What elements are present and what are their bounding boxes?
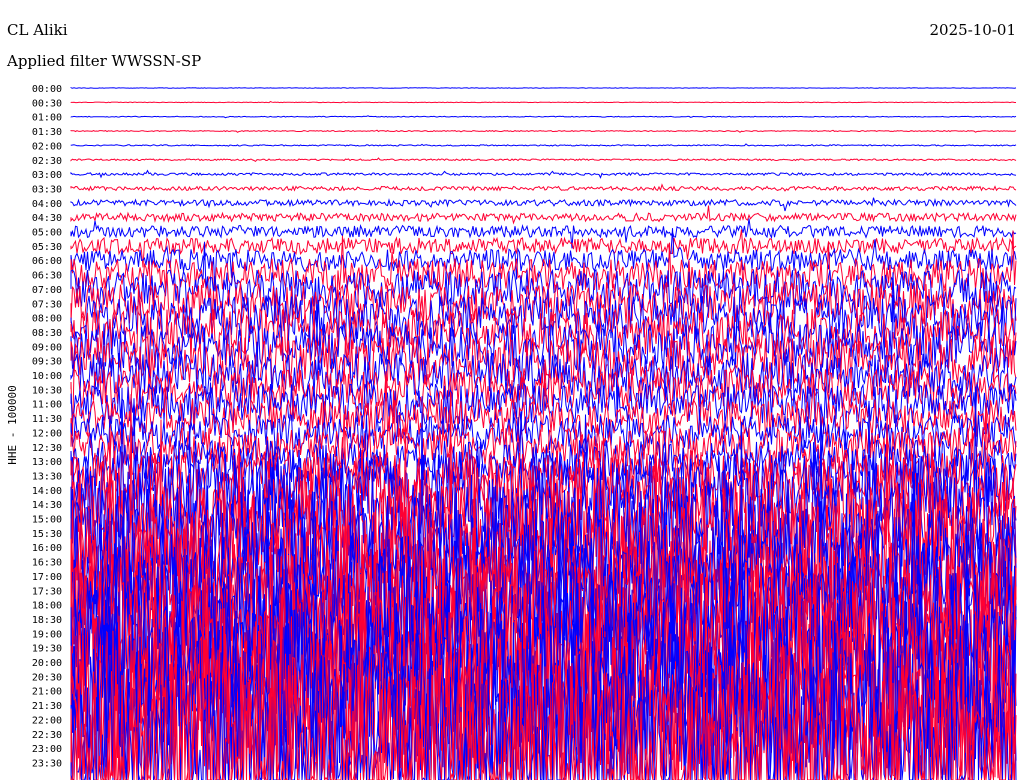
row-label: 13:00 [32,457,62,468]
row-label: 19:30 [32,644,62,655]
row-label: 11:00 [32,400,62,411]
row-label: 15:00 [32,515,62,526]
row-label: 12:00 [32,428,62,439]
trace-0300 [70,169,1017,179]
row-label: 21:30 [32,701,62,712]
trace-0230 [70,157,1017,163]
row-label: 18:00 [32,601,62,612]
row-label: 03:30 [32,184,62,195]
row-label: 11:30 [32,414,62,425]
row-label: 06:30 [32,271,62,282]
row-label: 14:00 [32,486,62,497]
row-label: 16:30 [32,558,62,569]
row-label: 15:30 [32,529,62,540]
trace-0100 [70,115,1017,119]
row-label: 22:00 [32,715,62,726]
row-label: 17:00 [32,572,62,583]
row-label: 23:30 [32,758,62,769]
row-label: 10:00 [32,371,62,382]
trace-0400 [70,197,1017,212]
trace-0130 [70,129,1017,133]
trace-0000 [70,87,1017,89]
row-label: 03:00 [32,170,62,181]
row-label: 13:30 [32,471,62,482]
row-label: 19:00 [32,629,62,640]
row-label: 05:00 [32,228,62,239]
row-label: 06:00 [32,256,62,267]
row-label: 02:30 [32,156,62,167]
row-label: 01:00 [32,113,62,124]
trace-0030 [70,101,1016,104]
row-label: 01:30 [32,127,62,138]
row-label: 04:30 [32,213,62,224]
seismogram-plot: 00:00 00:30 01:00 01:30 02:00 02:30 03:00 03:30… [6,84,1017,780]
trace-0330 [70,183,1017,192]
trace-0200 [70,143,1017,147]
trace-0430 [70,205,1017,225]
row-label: 09:00 [32,342,62,353]
row-label: 05:30 [32,242,62,253]
row-label-layer: 00:00 00:30 01:00 01:30 02:00 02:30 03:00 03:30… [32,84,62,769]
row-label: 00:30 [32,98,62,109]
row-label: 22:30 [32,730,62,741]
row-label: 02:00 [32,141,62,152]
row-label: 00:00 [32,84,62,95]
row-label: 21:00 [32,687,62,698]
row-label: 12:30 [32,443,62,454]
trace-layer [70,87,1017,780]
row-label: 04:00 [32,199,62,210]
row-label: 09:30 [32,357,62,368]
row-label: 07:30 [32,299,62,310]
row-label: 08:30 [32,328,62,339]
row-label: 08:00 [32,314,62,325]
row-label: 23:00 [32,744,62,755]
row-label: 14:30 [32,500,62,511]
row-label: 20:00 [32,658,62,669]
row-label: 18:30 [32,615,62,626]
y-axis-label: HHE - 100000 [6,385,19,464]
row-label: 17:30 [32,586,62,597]
row-label: 07:00 [32,285,62,296]
row-label: 20:30 [32,672,62,683]
row-label: 10:30 [32,385,62,396]
row-label: 16:00 [32,543,62,554]
